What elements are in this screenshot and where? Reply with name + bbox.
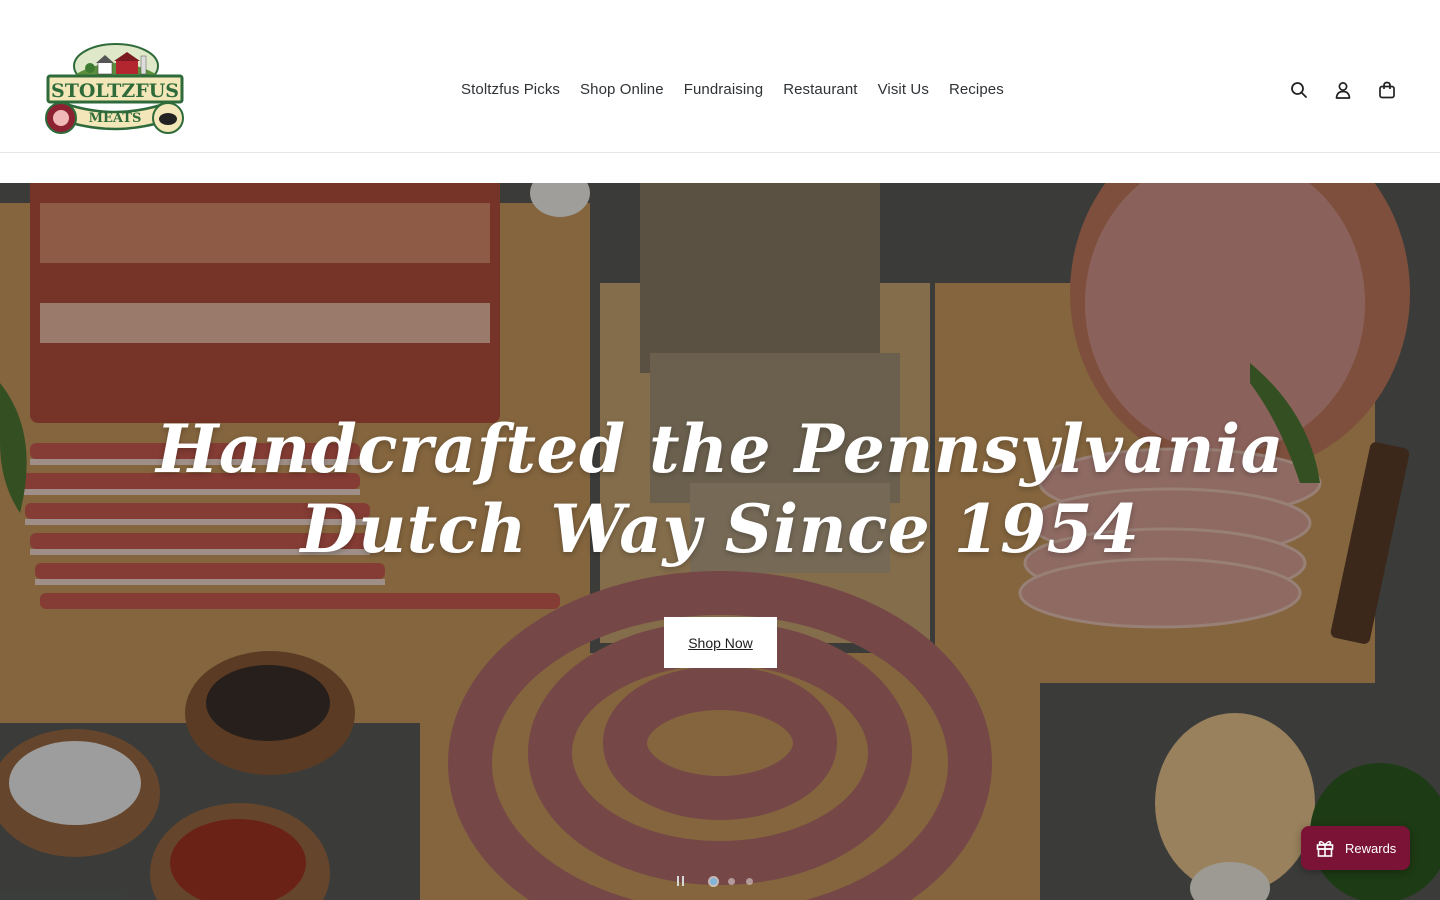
header-spacer: [0, 153, 1440, 183]
rewards-label: Rewards: [1345, 840, 1397, 856]
slide-dot-2[interactable]: [728, 877, 735, 885]
hero-slideshow: Handcrafted the Pennsylvania Dutch Way S…: [0, 183, 1440, 900]
cart-button[interactable]: [1374, 76, 1400, 104]
logo-wordmark: STOLTZFUS: [51, 80, 179, 102]
cart-icon: [1379, 81, 1395, 99]
rewards-button[interactable]: Rewards: [1301, 826, 1410, 870]
account-icon: [1335, 82, 1351, 99]
nav-item-restaurant[interactable]: Restaurant: [773, 78, 867, 102]
hero-title: Handcrafted the Pennsylvania Dutch Way S…: [0, 409, 1440, 569]
main-nav: Stoltzfus Picks Shop Online Fundraising …: [451, 78, 1014, 102]
pause-button[interactable]: [672, 873, 688, 889]
logo-subword: MEATS: [89, 111, 142, 126]
nav-item-fundraising[interactable]: Fundraising: [674, 78, 773, 102]
site-logo[interactable]: STOLTZFUS MEATS: [44, 42, 186, 136]
slide-dot-1[interactable]: [710, 877, 717, 885]
pause-icon: [677, 876, 679, 886]
site-header: STOLTZFUS MEATS Stoltzfus Picks Shop Onl…: [0, 0, 1440, 153]
nav-item-recipes[interactable]: Recipes: [939, 78, 1014, 102]
nav-item-stoltzfus-picks[interactable]: Stoltzfus Picks: [451, 78, 570, 102]
pause-icon-bar: [682, 876, 684, 886]
search-button[interactable]: [1286, 76, 1312, 104]
search-icon: [1291, 82, 1307, 98]
nav-item-shop-online[interactable]: Shop Online: [570, 78, 674, 102]
hero-title-line-1: Handcrafted the Pennsylvania: [156, 410, 1284, 488]
gift-icon: [1316, 840, 1334, 857]
slideshow-controls: [672, 873, 764, 889]
nav-item-visit-us[interactable]: Visit Us: [868, 78, 939, 102]
slide-dot-3[interactable]: [746, 877, 753, 885]
header-icons: [1286, 76, 1400, 104]
shop-now-button[interactable]: Shop Now: [664, 617, 777, 668]
hero-title-line-2: Dutch Way Since 1954: [300, 490, 1140, 568]
account-button[interactable]: [1330, 76, 1356, 104]
